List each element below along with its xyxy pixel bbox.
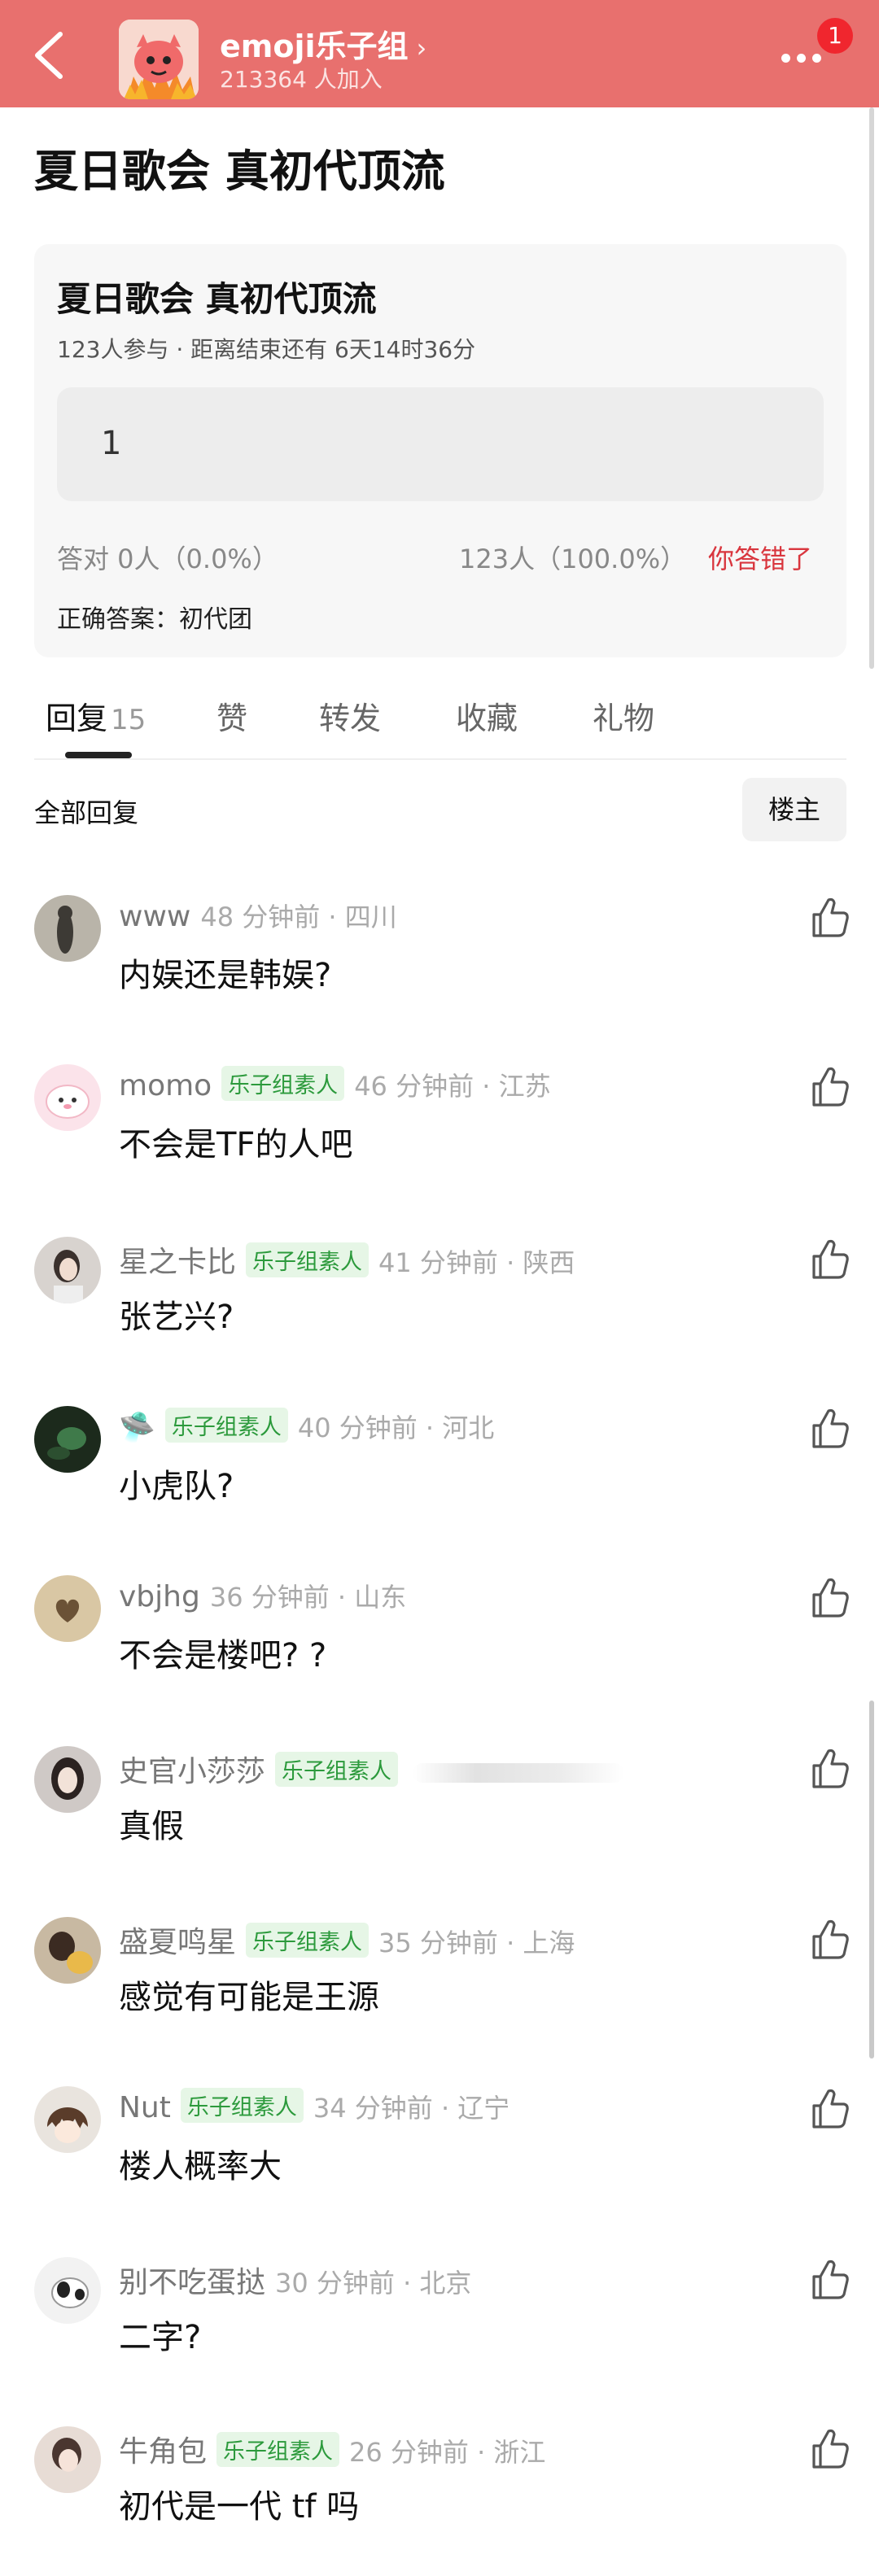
thumbs-up-icon[interactable] [809,1746,850,1790]
comment-author[interactable]: 别不吃蛋挞 [119,2266,265,2299]
avatar[interactable] [34,1575,101,1642]
thumbs-up-icon[interactable] [809,2086,850,2130]
tab-reposts[interactable]: 转发 [319,693,381,738]
comment-time: 34 分钟前 · 辽宁 [313,2093,510,2124]
poll-correct-answer: 正确答案：初代团 [57,605,252,634]
poll-result-label: 你答错了 [708,544,813,574]
avatar[interactable] [34,1746,101,1813]
comment-item: 牛角包 乐子组素人 26 分钟前 · 浙江 初代是一代 tf 吗 [0,2413,879,2576]
member-tag: 乐子组素人 [246,1923,370,1958]
active-tab-indicator [65,752,132,758]
blurred-timestamp [413,1763,625,1783]
member-tag: 乐子组素人 [216,2432,340,2467]
member-tag: 乐子组素人 [164,1408,288,1443]
tab-bar: 回复 15 赞 转发 收藏 礼物 [0,683,879,762]
group-name[interactable]: emoji乐子组 › [220,21,426,66]
comment-author[interactable]: 盛夏鸣星 [119,1926,236,1959]
poll-option[interactable]: 1 [57,387,824,501]
comment-item: Nut 乐子组素人 34 分钟前 · 辽宁 楼人概率大 [0,2073,879,2236]
comment-item: 别不吃蛋挞 30 分钟前 · 北京 二字? [0,2244,879,2407]
comment-item: www 48 分钟前 · 四川 内娱还是韩娱? [0,882,879,1045]
poll-title: 夏日歌会 真初代顶流 [57,279,377,319]
comment-time: 36 分钟前 · 山东 [209,1582,407,1613]
avatar[interactable] [34,2086,101,2153]
comment-text: 不会是楼吧? ? [119,1637,327,1674]
comment-text: 二字? [119,2319,202,2356]
comment-item: momo 乐子组素人 46 分钟前 · 江苏 不会是TF的人吧 [0,1051,879,1214]
comment-author[interactable]: 史官小莎莎 [119,1755,265,1788]
comment-time: 26 分钟前 · 浙江 [349,2437,546,2468]
comment-item: 史官小莎莎 乐子组素人 真假 [0,1733,879,1896]
poll-wrong-stat: 123人（100.0%） [459,544,687,574]
poll-option-text: 1 [101,425,122,462]
avatar[interactable] [34,1406,101,1473]
comment-text: 内娱还是韩娱? [119,957,332,994]
thumbs-up-icon[interactable] [809,1237,850,1281]
thumbs-up-icon[interactable] [809,895,850,939]
comment-time: 41 分钟前 · 陕西 [378,1247,575,1278]
tab-favorites[interactable]: 收藏 [456,693,518,738]
comment-author[interactable]: 🛸 [119,1411,155,1444]
member-tag: 乐子组素人 [275,1752,399,1787]
avatar[interactable] [34,1064,101,1131]
page-title: 夏日歌会 真初代顶流 [34,146,445,197]
comment-text: 小虎队? [119,1468,234,1505]
comment-text: 初代是一代 tf 吗 [119,2488,360,2526]
poll-correct-stat: 答对 0人（0.0%） [57,544,278,574]
tab-gifts[interactable]: 礼物 [593,693,654,738]
scrollbar-thumb-top[interactable] [869,107,874,669]
comment-item: 🛸 乐子组素人 40 分钟前 · 河北 小虎队? [0,1393,879,1556]
avatar[interactable] [34,1237,101,1303]
comment-item: 星之卡比 乐子组素人 41 分钟前 · 陕西 张艺兴? [0,1224,879,1386]
divider [34,758,846,760]
thumbs-up-icon[interactable] [809,1406,850,1450]
scrollbar-thumb[interactable] [869,1701,874,2059]
avatar[interactable] [34,2257,101,2324]
reply-count: 15 [111,704,146,736]
comment-author[interactable]: 牛角包 [119,2435,207,2469]
thumbs-up-icon[interactable] [809,1917,850,1961]
comment-text: 楼人概率大 [119,2148,282,2185]
group-header: emoji乐子组 › 213364 人加入 1 [0,0,879,107]
comment-time: 48 分钟前 · 四川 [200,902,397,932]
group-avatar[interactable] [119,20,199,99]
thumbs-up-icon[interactable] [809,2257,850,2301]
comment-author[interactable]: momo [119,1069,212,1102]
comment-text: 感觉有可能是王源 [119,1979,379,2016]
member-tag: 乐子组素人 [246,1242,370,1277]
comment-item: 盛夏鸣星 乐子组素人 35 分钟前 · 上海 感觉有可能是王源 [0,1904,879,2067]
member-tag: 乐子组素人 [221,1066,345,1101]
avatar[interactable] [34,895,101,962]
all-replies-label: 全部回复 [34,797,139,828]
back-arrow-icon[interactable] [28,29,73,81]
comment-time: 30 分钟前 · 北京 [275,2268,472,2299]
avatar[interactable] [34,2426,101,2493]
comment-text: 不会是TF的人吧 [119,1126,353,1164]
comment-text: 真假 [119,1808,184,1845]
member-tag: 乐子组素人 [180,2088,304,2123]
thumbs-up-icon[interactable] [809,1575,850,1619]
comment-item: vbjhg 36 分钟前 · 山东 不会是楼吧? ? [0,1562,879,1725]
comment-author[interactable]: 星之卡比 [119,1246,236,1279]
comment-text: 张艺兴? [119,1299,234,1336]
poll-meta: 123人参与 · 距离结束还有 6天14时36分 [57,336,476,363]
op-only-filter-button[interactable]: 楼主 [742,778,846,841]
thumbs-up-icon[interactable] [809,1064,850,1108]
comment-author[interactable]: www [119,900,190,933]
thumbs-up-icon[interactable] [809,2426,850,2470]
comment-author[interactable]: vbjhg [119,1580,200,1613]
notification-badge: 1 [817,18,853,54]
comment-time: 46 分钟前 · 江苏 [354,1071,551,1102]
poll-card: 夏日歌会 真初代顶流 123人参与 · 距离结束还有 6天14时36分 1 答对… [34,244,846,657]
chevron-right-icon: › [416,33,427,63]
comment-author[interactable]: Nut [119,2091,171,2124]
avatar[interactable] [34,1917,101,1984]
comment-time: 35 分钟前 · 上海 [378,1928,575,1958]
tab-likes[interactable]: 赞 [216,693,247,738]
group-member-count: 213364 人加入 [220,66,383,93]
tab-replies[interactable]: 回复 15 [46,693,146,738]
comment-time: 40 分钟前 · 河北 [297,1412,495,1443]
